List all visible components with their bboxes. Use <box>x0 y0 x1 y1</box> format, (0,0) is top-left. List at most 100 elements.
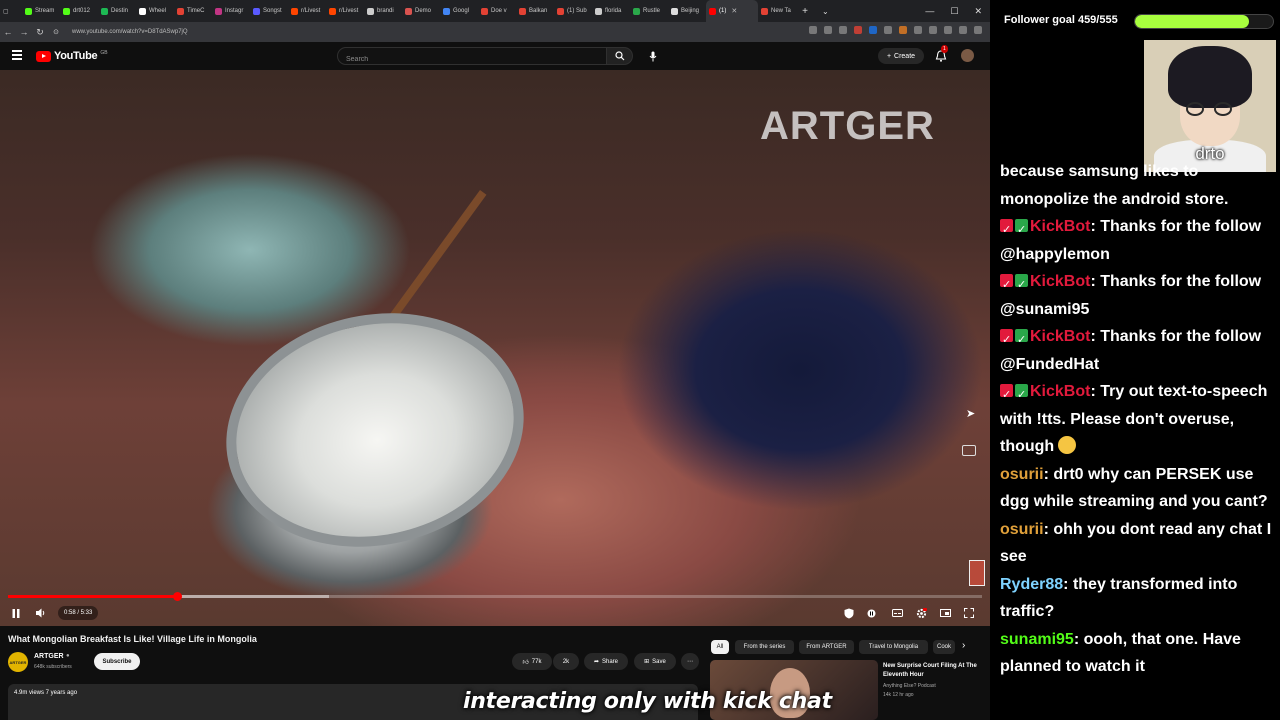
like-button[interactable]: 👍︎ 77k <box>512 653 552 670</box>
chip-all[interactable]: All <box>711 640 729 654</box>
sponsor-shield-icon[interactable] <box>843 607 855 619</box>
save-button[interactable]: ⊞ Save <box>634 653 676 670</box>
browser-tab[interactable]: (1) ✕ <box>706 0 758 22</box>
dislike-button[interactable]: 2k <box>553 653 579 670</box>
tab-search-icon[interactable]: ⌄ <box>822 7 829 16</box>
chat-username[interactable]: KickBot <box>1030 328 1090 345</box>
fullscreen-icon[interactable] <box>963 607 975 619</box>
youtube-logo-text: YouTube <box>54 50 98 62</box>
tab-label: brandi <box>377 8 394 14</box>
browser-tab[interactable]: Doe v <box>478 0 516 22</box>
more-actions-button[interactable]: ⋯ <box>681 653 699 670</box>
browser-tab[interactable]: Googl <box>440 0 478 22</box>
browser-tab[interactable]: Beijing <box>668 0 706 22</box>
browser-tab[interactable]: drt012 <box>60 0 98 22</box>
search-input[interactable] <box>344 51 588 68</box>
pause-button[interactable] <box>10 607 22 619</box>
extensions-puzzle-icon[interactable] <box>914 26 922 34</box>
youtube-logo[interactable]: YouTube GB <box>36 50 108 62</box>
browser-tab[interactable]: florida <box>592 0 630 22</box>
share-button[interactable]: ➦ Share <box>584 653 628 670</box>
time-display: 0:58 / 5:33 <box>58 606 99 620</box>
voice-search-button[interactable] <box>643 47 663 65</box>
volume-button[interactable] <box>34 607 48 619</box>
download-icon[interactable] <box>929 26 937 34</box>
minimize-icon[interactable]: — <box>925 6 934 16</box>
settings-gear-icon[interactable] <box>915 607 927 619</box>
extension-icon[interactable] <box>809 26 817 34</box>
close-tab-icon[interactable]: ✕ <box>731 7 737 15</box>
browser-tab[interactable]: Demo <box>402 0 440 22</box>
back-icon[interactable]: ← <box>0 27 16 37</box>
browser-tab[interactable]: r/Livest <box>326 0 364 22</box>
channel-name[interactable]: ARTGER <box>34 653 64 660</box>
browser-menu-icon[interactable] <box>974 26 982 34</box>
follower-goal: Follower goal 459/555 <box>990 10 1280 34</box>
browser-tab[interactable]: (1) Sub <box>554 0 592 22</box>
new-tab-icon[interactable]: + <box>796 6 814 17</box>
chat-username[interactable]: KickBot <box>1030 218 1090 235</box>
browser-tab[interactable]: Instagr <box>212 0 250 22</box>
extension-icon[interactable] <box>854 26 862 34</box>
tab-actions-icon[interactable]: ▢ <box>0 0 22 22</box>
autoplay-toggle[interactable] <box>865 607 877 619</box>
browser-tab[interactable]: Rustle <box>630 0 668 22</box>
browser-tab[interactable]: brandi <box>364 0 402 22</box>
browser-tab[interactable]: Balkan <box>516 0 554 22</box>
create-button[interactable]: + Create <box>878 48 924 64</box>
reload-icon[interactable]: ↻ <box>32 27 48 38</box>
search-button[interactable] <box>607 47 633 65</box>
chat-username[interactable]: osurii <box>1000 466 1044 483</box>
follower-goal-label: Follower goal 459/555 <box>1004 14 1118 26</box>
extension-icon[interactable] <box>824 26 832 34</box>
browser-tab-bar: ▢ Stream drt012 Destin Wheel TimeC Instagr Son… <box>0 0 990 22</box>
recommended-video-title[interactable]: New Surprise Court Filing At The Elevent… <box>883 662 983 680</box>
chip-from-channel[interactable]: From ARTGER <box>799 640 854 654</box>
theater-mode-icon[interactable] <box>939 607 951 619</box>
browser-tab[interactable]: Songst <box>250 0 288 22</box>
progress-bar[interactable] <box>8 592 982 601</box>
hamburger-menu-icon[interactable] <box>12 50 22 60</box>
tab-favicon-icon <box>215 7 222 15</box>
chip-cooking[interactable]: Cook <box>933 640 955 654</box>
browser-tab[interactable]: Destin <box>98 0 136 22</box>
browser-tab[interactable]: TimeC <box>174 0 212 22</box>
browser-tab[interactable]: New Ta <box>758 0 796 22</box>
tab-favicon-icon <box>633 7 640 15</box>
account-avatar[interactable] <box>961 49 974 62</box>
chat-separator: : <box>1090 218 1101 235</box>
tab-favicon-icon <box>761 7 768 15</box>
url-field[interactable]: www.youtube.com/watch?v=D8TdASwp7jQ <box>72 29 188 35</box>
bookmark-star-icon[interactable] <box>839 26 847 34</box>
browser-tab[interactable]: r/Livest <box>288 0 326 22</box>
chat-username[interactable]: Ryder88 <box>1000 576 1063 593</box>
extension-icon[interactable] <box>899 26 907 34</box>
recommended-video-channel: Anything Else? Podcast <box>883 683 936 689</box>
progress-scrubber-handle[interactable] <box>173 592 183 601</box>
profile-icon[interactable] <box>944 26 952 34</box>
browser-tab[interactable]: Wheel <box>136 0 174 22</box>
video-player[interactable]: ARTGER ➤ 0:58 / 5:33 <box>0 70 990 626</box>
forward-icon[interactable]: → <box>16 27 32 37</box>
chat-username[interactable]: osurii <box>1000 521 1044 538</box>
end-card-thumbnail[interactable] <box>969 560 985 586</box>
maximize-icon[interactable]: ☐ <box>950 6 958 17</box>
subscribe-button[interactable]: Subscribe <box>94 653 140 670</box>
miniplayer-icon[interactable] <box>962 445 976 456</box>
site-info-icon[interactable]: ⊙ <box>48 28 64 36</box>
chip-from-the-series[interactable]: From the series <box>735 640 794 654</box>
channel-avatar[interactable]: ARTGER <box>8 652 28 672</box>
chat-username[interactable]: sunami95 <box>1000 631 1074 648</box>
tab-favicon-icon <box>557 7 564 15</box>
extension-icon[interactable] <box>869 26 877 34</box>
chat-username[interactable]: KickBot <box>1030 383 1090 400</box>
browser-tab[interactable]: Stream <box>22 0 60 22</box>
extension-icon[interactable] <box>884 26 892 34</box>
sidebar-icon[interactable] <box>959 26 967 34</box>
chevron-right-icon[interactable]: › <box>962 640 965 651</box>
chat-username[interactable]: KickBot <box>1030 273 1090 290</box>
chip-travel-to-mongolia[interactable]: Travel to Mongolia <box>859 640 928 654</box>
subtitles-icon[interactable] <box>891 607 903 619</box>
chat-message: KickBot: Try out text-to-speech with !tt… <box>1000 378 1280 461</box>
close-window-icon[interactable]: ✕ <box>974 6 982 17</box>
